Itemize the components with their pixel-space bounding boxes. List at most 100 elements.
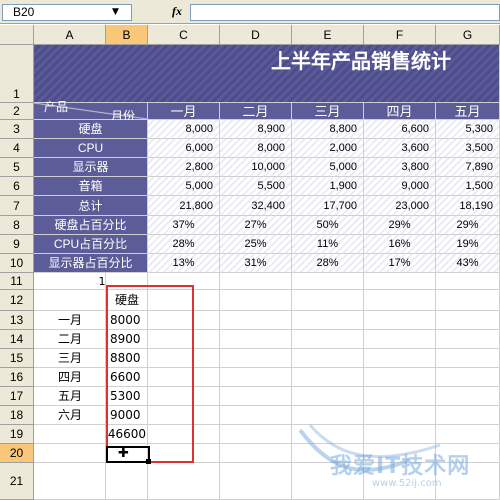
product-label-cell[interactable]: 显示器 — [34, 158, 148, 177]
row-header-15[interactable]: 15 — [0, 349, 34, 368]
data-cell[interactable]: 18,190 — [436, 196, 500, 216]
row-header-17[interactable]: 17 — [0, 387, 34, 406]
row-header-12[interactable]: 12 — [0, 290, 34, 311]
empty-cell[interactable] — [220, 406, 292, 425]
empty-cell[interactable] — [292, 273, 364, 290]
data-cell[interactable]: 8,900 — [220, 120, 292, 139]
empty-cell[interactable] — [364, 273, 436, 290]
data-cell[interactable]: 25% — [220, 235, 292, 254]
data-cell[interactable]: 2,800 — [148, 158, 220, 177]
empty-cell[interactable] — [220, 387, 292, 406]
empty-cell[interactable] — [436, 349, 500, 368]
data-cell[interactable]: 10,000 — [220, 158, 292, 177]
data-cell[interactable]: 3,500 — [436, 139, 500, 158]
empty-cell[interactable] — [292, 387, 364, 406]
data-cell[interactable]: 19% — [436, 235, 500, 254]
data-cell[interactable]: 6,600 — [364, 120, 436, 139]
data-cell[interactable]: 1,900 — [292, 177, 364, 196]
row-header-9[interactable]: 9 — [0, 235, 34, 254]
empty-cell[interactable] — [220, 330, 292, 349]
product-label-cell[interactable]: 显示器占百分比 — [34, 254, 148, 273]
chevron-down-icon[interactable]: ▼ — [112, 7, 119, 17]
data-cell[interactable]: 32,400 — [220, 196, 292, 216]
empty-cell[interactable] — [34, 444, 106, 463]
data-cell[interactable]: 8,800 — [292, 120, 364, 139]
data-cell[interactable]: 37% — [148, 216, 220, 235]
product-label-cell[interactable]: 硬盘占百分比 — [34, 216, 148, 235]
data-cell[interactable]: 1,500 — [436, 177, 500, 196]
data-cell[interactable]: 50% — [292, 216, 364, 235]
empty-cell[interactable] — [436, 311, 500, 330]
product-label-cell[interactable]: 硬盘 — [34, 120, 148, 139]
column-header-d[interactable]: D — [220, 25, 292, 45]
data-cell[interactable]: 11% — [292, 235, 364, 254]
month-header-cell[interactable]: 一月 — [148, 103, 220, 120]
select-all-corner[interactable] — [0, 25, 34, 45]
data-cell[interactable]: 31% — [220, 254, 292, 273]
empty-cell[interactable] — [292, 290, 364, 311]
empty-cell[interactable] — [364, 387, 436, 406]
empty-cell[interactable] — [220, 425, 292, 444]
function-icon[interactable]: fx — [172, 4, 182, 19]
data-cell[interactable]: 29% — [364, 216, 436, 235]
product-label-cell[interactable]: CPU — [34, 139, 148, 158]
row-header-7[interactable]: 7 — [0, 196, 34, 216]
empty-cell[interactable] — [220, 273, 292, 290]
column-header-c[interactable]: C — [148, 25, 220, 45]
column-header-a[interactable]: A — [34, 25, 106, 45]
empty-cell[interactable] — [436, 273, 500, 290]
data-cell[interactable]: 17% — [364, 254, 436, 273]
row-header-2[interactable]: 2 — [0, 103, 34, 120]
empty-cell[interactable] — [220, 349, 292, 368]
row-header-8[interactable]: 8 — [0, 216, 34, 235]
empty-cell[interactable] — [220, 463, 292, 500]
column-header-g[interactable]: G — [436, 25, 500, 45]
empty-cell[interactable] — [364, 349, 436, 368]
row-header-11[interactable]: 11 — [0, 273, 34, 290]
row-header-18[interactable]: 18 — [0, 406, 34, 425]
empty-cell[interactable] — [436, 290, 500, 311]
data-cell[interactable]: 13% — [148, 254, 220, 273]
product-label-cell[interactable]: 总计 — [34, 196, 148, 216]
empty-cell[interactable] — [106, 463, 148, 500]
data-cell[interactable]: 27% — [220, 216, 292, 235]
data-cell[interactable]: 5,300 — [436, 120, 500, 139]
data-cell[interactable]: 43% — [436, 254, 500, 273]
row-header-20[interactable]: 20 — [0, 444, 34, 463]
empty-cell[interactable] — [436, 387, 500, 406]
row-header-21[interactable]: 21 — [0, 463, 34, 500]
row-header-1[interactable]: 1 — [0, 45, 34, 103]
header-corner-cell[interactable]: 月份 产品 — [34, 100, 148, 123]
product-label-cell[interactable]: CPU占百分比 — [34, 235, 148, 254]
empty-cell[interactable] — [148, 463, 220, 500]
data-cell[interactable]: 6,000 — [148, 139, 220, 158]
empty-cell[interactable] — [292, 330, 364, 349]
column-header-e[interactable]: E — [292, 25, 364, 45]
data-cell[interactable]: 5,500 — [220, 177, 292, 196]
row-header-3[interactable]: 3 — [0, 120, 34, 139]
data-cell[interactable]: 5,000 — [148, 177, 220, 196]
empty-cell[interactable] — [34, 290, 106, 311]
empty-cell[interactable] — [364, 368, 436, 387]
empty-cell[interactable] — [220, 444, 292, 463]
empty-cell[interactable] — [220, 311, 292, 330]
row-header-13[interactable]: 13 — [0, 311, 34, 330]
empty-cell[interactable] — [436, 368, 500, 387]
empty-cell[interactable] — [292, 311, 364, 330]
empty-cell[interactable] — [364, 290, 436, 311]
data-cell[interactable]: 8,000 — [220, 139, 292, 158]
data-cell[interactable]: 2,000 — [292, 139, 364, 158]
empty-cell[interactable] — [364, 311, 436, 330]
column-header-b[interactable]: B — [106, 25, 148, 45]
product-label-cell[interactable]: 音箱 — [34, 177, 148, 196]
data-cell[interactable]: 3,800 — [364, 158, 436, 177]
formula-input[interactable] — [190, 4, 500, 21]
empty-cell[interactable] — [292, 349, 364, 368]
data-cell[interactable]: 28% — [148, 235, 220, 254]
column-header-f[interactable]: F — [364, 25, 436, 45]
data-cell[interactable]: 7,890 — [436, 158, 500, 177]
data-cell[interactable]: 9,000 — [364, 177, 436, 196]
data-cell[interactable]: 5,000 — [292, 158, 364, 177]
data-cell[interactable]: 16% — [364, 235, 436, 254]
row-header-6[interactable]: 6 — [0, 177, 34, 196]
